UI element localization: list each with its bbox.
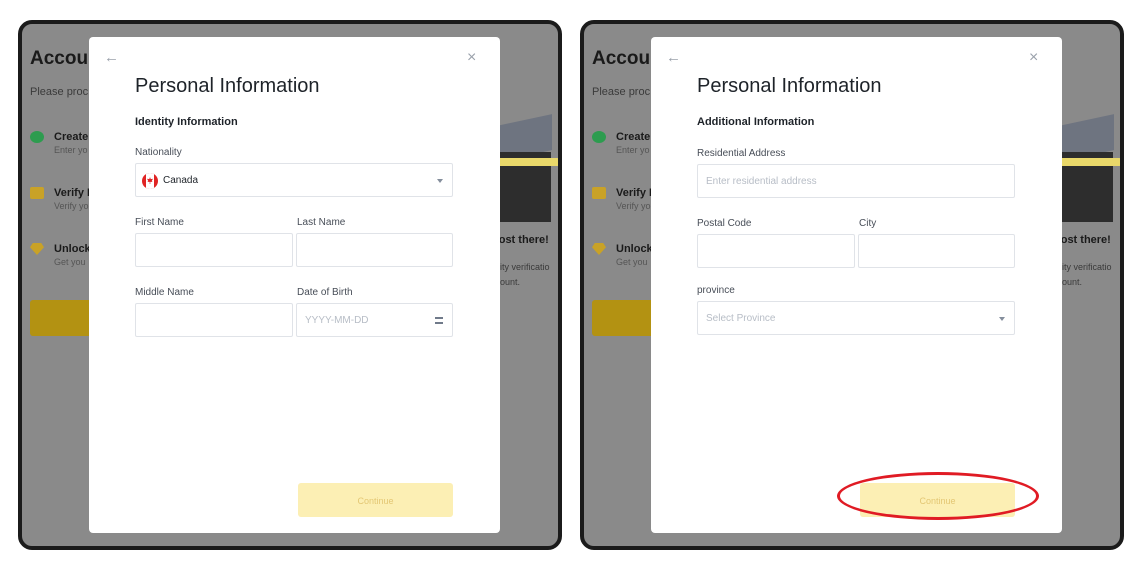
background-page-subtitle: Please proc	[592, 86, 651, 98]
background-right-text: ity verificatio ount.	[500, 260, 550, 290]
postal-code-input[interactable]	[697, 234, 855, 268]
step-title: Verify I	[54, 187, 91, 199]
canada-flag-icon	[142, 173, 158, 189]
step-desc: Enter yo	[54, 145, 88, 155]
check-circle-icon	[30, 131, 44, 143]
province-placeholder: Select Province	[706, 313, 776, 324]
red-highlight-circle	[837, 472, 1039, 520]
background-page-subtitle: Please proc	[30, 86, 89, 98]
id-card-icon	[30, 187, 44, 199]
personal-info-modal: ← × Personal Information Additional Info…	[651, 37, 1062, 533]
postal-code-label: Postal Code	[697, 218, 752, 229]
dob-placeholder: YYYY-MM-DD	[305, 315, 369, 326]
last-name-input[interactable]	[296, 233, 453, 267]
background-right-title: nost there!	[492, 234, 549, 246]
chevron-down-icon	[437, 179, 443, 183]
check-circle-icon	[592, 131, 606, 143]
province-select[interactable]: Select Province	[697, 301, 1015, 335]
back-arrow-icon[interactable]: ←	[666, 49, 681, 66]
address-placeholder: Enter residential address	[706, 176, 817, 187]
dob-label: Date of Birth	[297, 287, 353, 298]
middle-name-label: Middle Name	[135, 287, 194, 298]
continue-button[interactable]: Continue	[298, 483, 453, 517]
residential-address-label: Residential Address	[697, 148, 786, 159]
background-right-line: ount.	[1062, 277, 1083, 287]
nationality-select[interactable]: Canada	[135, 163, 453, 197]
modal-title: Personal Information	[697, 75, 882, 97]
section-heading: Additional Information	[697, 116, 815, 128]
dob-input[interactable]: YYYY-MM-DD	[296, 303, 453, 337]
step-title: Unlock	[54, 243, 91, 255]
background-right-title: nost there!	[1054, 234, 1111, 246]
background-right-line: ity verificatio	[500, 262, 550, 272]
last-name-label: Last Name	[297, 217, 346, 228]
city-input[interactable]	[858, 234, 1015, 268]
step-desc: Get you	[54, 257, 86, 267]
background-right-text: ity verificatio ount.	[1062, 260, 1112, 290]
step-title: Verify I	[616, 187, 653, 199]
chevron-down-icon	[999, 317, 1005, 321]
background-right-line: ity verificatio	[1062, 262, 1112, 272]
id-card-icon	[592, 187, 606, 199]
nationality-value: Canada	[163, 175, 199, 186]
step-title: Create	[616, 131, 651, 143]
right-screenshot-frame: Accoun Please proc Create Enter yo Verif…	[580, 20, 1124, 550]
calendar-icon	[435, 317, 443, 324]
nationality-label: Nationality	[135, 147, 182, 158]
step-title: Create	[54, 131, 89, 143]
province-label: province	[697, 285, 735, 296]
step-title: Unlock	[616, 243, 653, 255]
left-screenshot-frame: Accoun Please proc Create Enter yo Verif…	[18, 20, 562, 550]
close-icon[interactable]: ×	[1029, 49, 1038, 67]
step-desc: Enter yo	[616, 145, 650, 155]
personal-info-modal: ← × Personal Information Identity Inform…	[89, 37, 500, 533]
background-right-line: ount.	[500, 277, 521, 287]
city-label: City	[859, 218, 877, 229]
modal-title: Personal Information	[135, 75, 320, 97]
back-arrow-icon[interactable]: ←	[104, 49, 119, 66]
step-desc: Verify yo	[616, 201, 651, 211]
middle-name-input[interactable]	[135, 303, 293, 337]
step-desc: Verify yo	[54, 201, 89, 211]
residential-address-input[interactable]: Enter residential address	[697, 164, 1015, 198]
close-icon[interactable]: ×	[467, 49, 476, 67]
section-heading: Identity Information	[135, 116, 238, 128]
first-name-label: First Name	[135, 217, 184, 228]
gem-icon	[30, 243, 44, 255]
gem-icon	[592, 243, 606, 255]
step-desc: Get you	[616, 257, 648, 267]
first-name-input[interactable]	[135, 233, 293, 267]
